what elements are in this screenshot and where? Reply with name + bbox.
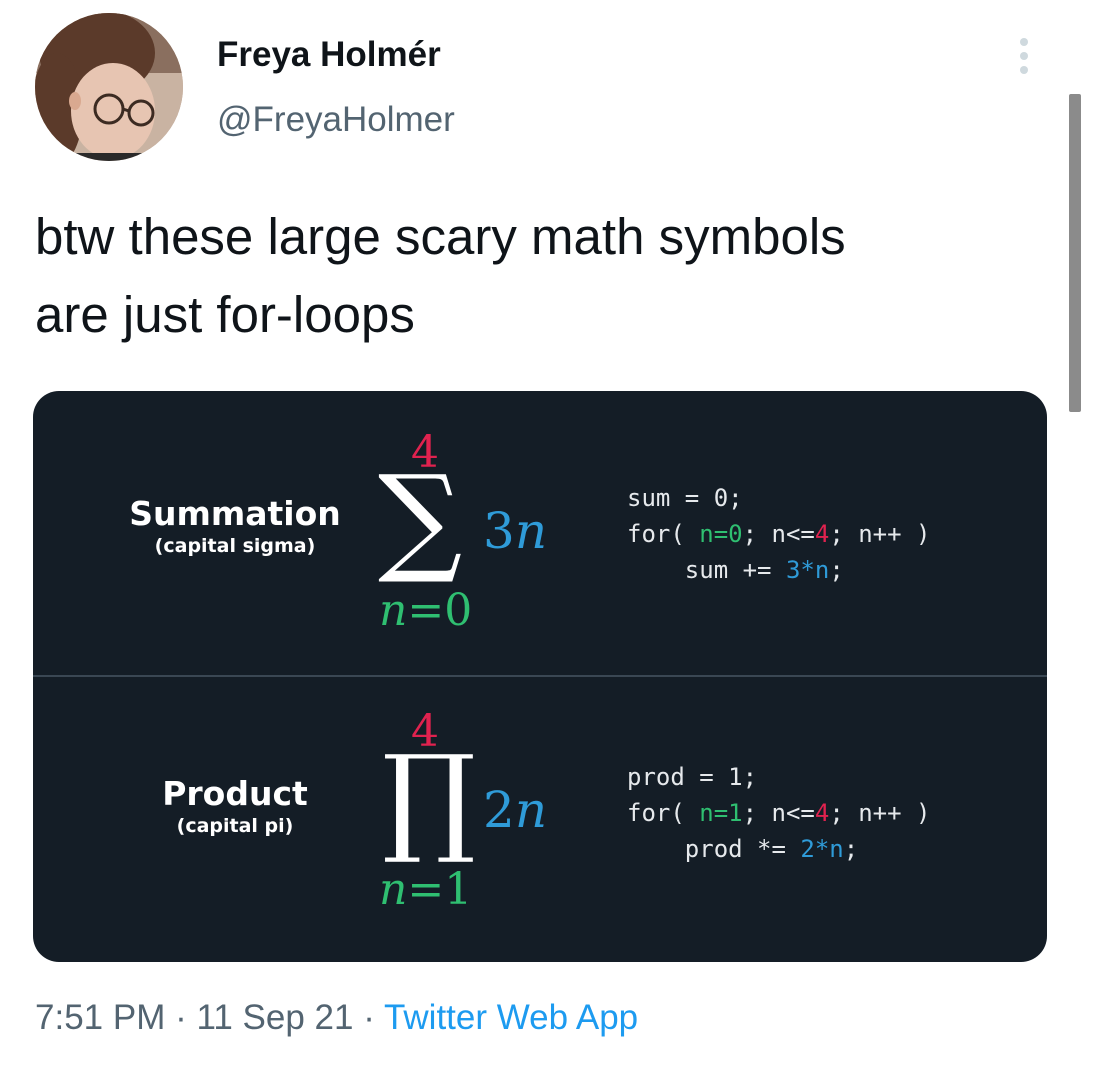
summation-term-coef: 3 <box>483 502 515 560</box>
avatar-image <box>35 13 183 161</box>
media-divider <box>33 675 1047 677</box>
author-handle[interactable]: @FreyaHolmer <box>217 100 455 140</box>
code-text: ; <box>843 835 859 863</box>
code-text: sum += <box>627 556 786 584</box>
pi-symbol: ∏ <box>382 729 476 867</box>
summation-lower-var: n <box>379 585 408 636</box>
tweet-text: btw these large scary math symbols are j… <box>35 208 846 343</box>
summation-term-var: n <box>514 502 548 560</box>
separator-dot: · <box>165 998 197 1037</box>
sigma-symbol: ∑ <box>378 449 463 587</box>
author-name[interactable]: Freya Holmér <box>217 35 441 75</box>
code-text: for( <box>627 520 700 548</box>
code-text: for( <box>627 799 700 827</box>
separator-dot: · <box>353 998 384 1037</box>
summation-code: sum = 0; for( n=0; n<=4; n++ ) sum += 3*n… <box>627 480 930 588</box>
tweet-meta: 7:51 PM · 11 Sep 21 · Twitter Web App <box>35 998 638 1038</box>
summation-title: Summation <box>129 494 341 533</box>
code-init: n=1 <box>699 799 743 827</box>
tweet-time[interactable]: 7:51 PM <box>35 998 165 1037</box>
product-lower-eq: =1 <box>407 864 473 915</box>
code-text: ; n<= <box>742 799 815 827</box>
code-text: ; n++ ) <box>829 520 931 548</box>
product-title: Product <box>162 774 308 813</box>
product-lower-var: n <box>379 864 408 915</box>
summation-lower-limit: n=0 <box>379 589 472 633</box>
code-text: ; n<= <box>742 520 815 548</box>
tweet-media-image[interactable]: Summation (capital sigma) 4 ∑ 3n n=0 sum… <box>33 391 1047 962</box>
product-term: 2n <box>483 785 547 835</box>
product-subtitle: (capital pi) <box>176 815 294 837</box>
summation-code-line2: for( n=0; n<=4; n++ ) <box>627 516 930 552</box>
summation-subtitle: (capital sigma) <box>154 535 316 557</box>
tweet-source-link[interactable]: Twitter Web App <box>384 998 638 1037</box>
code-expr: 3*n <box>785 556 830 584</box>
more-vertical-icon[interactable] <box>1010 38 1038 82</box>
product-code-line1: prod = 1; <box>627 763 758 791</box>
summation-code-line1: sum = 0; <box>627 484 743 512</box>
product-code-line3: prod *= 2*n; <box>627 831 930 867</box>
scrollbar[interactable] <box>1069 94 1081 412</box>
code-expr: 2*n <box>800 835 844 863</box>
product-code-line2: for( n=1; n<=4; n++ ) <box>627 795 930 831</box>
code-limit: 4 <box>814 520 830 548</box>
tweet-date[interactable]: 11 Sep 21 <box>196 998 353 1037</box>
code-text: ; <box>829 556 844 584</box>
summation-lower-eq: =0 <box>407 585 473 636</box>
summation-term: 3n <box>483 506 547 556</box>
product-code: prod = 1; for( n=1; n<=4; n++ ) prod *= 2… <box>627 759 930 867</box>
avatar[interactable] <box>35 13 183 161</box>
summation-code-line3: sum += 3*n; <box>627 552 930 588</box>
code-text: ; n++ ) <box>829 799 931 827</box>
product-lower-limit: n=1 <box>379 868 472 912</box>
code-init: n=0 <box>699 520 743 548</box>
product-term-coef: 2 <box>483 781 515 839</box>
code-limit: 4 <box>814 799 830 827</box>
product-term-var: n <box>514 781 548 839</box>
code-text: prod *= <box>627 835 801 863</box>
